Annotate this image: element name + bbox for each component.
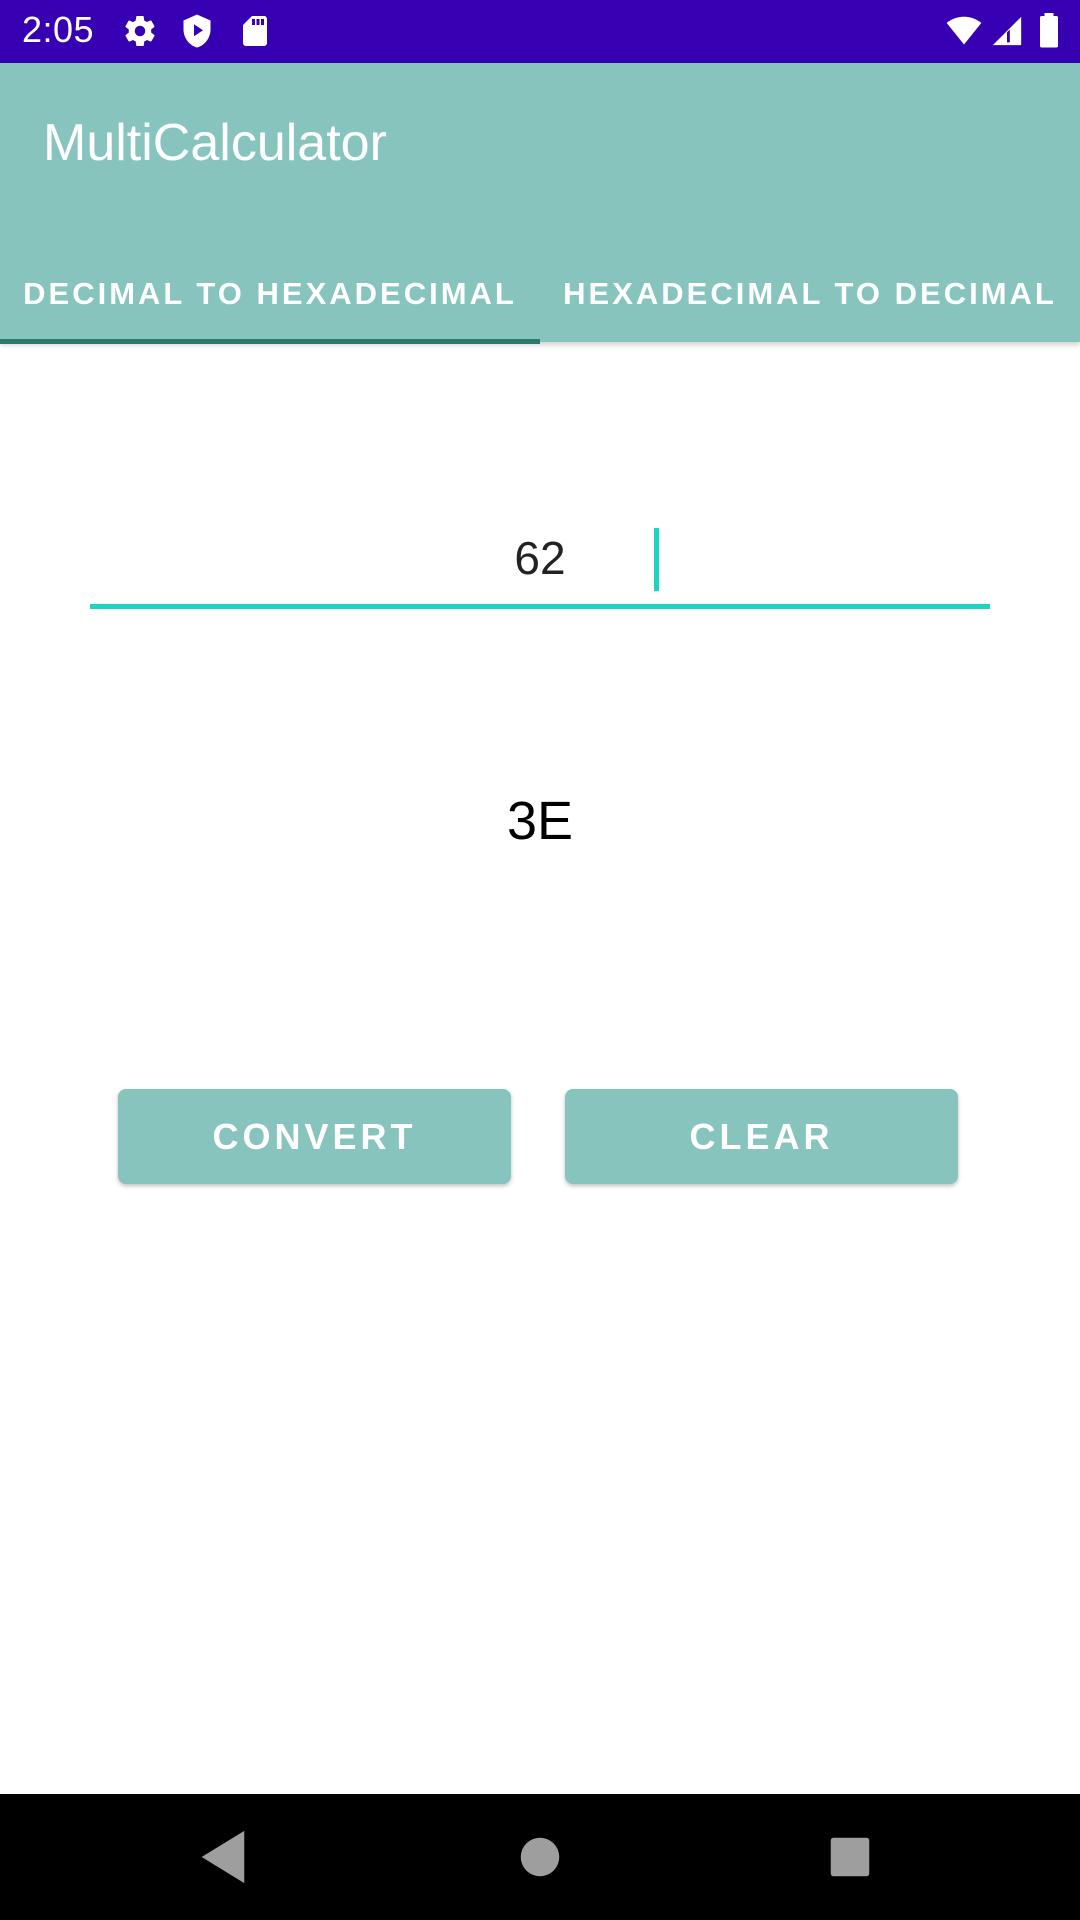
- status-time: 2:05: [22, 9, 95, 50]
- home-icon[interactable]: [507, 1824, 573, 1890]
- tab-label: HEXADECIMAL TO DECIMAL: [563, 275, 1057, 311]
- decimal-input[interactable]: [90, 515, 990, 600]
- convert-button[interactable]: CONVERT: [118, 1089, 511, 1184]
- text-cursor: [654, 528, 659, 591]
- convert-button-label: CONVERT: [212, 1115, 417, 1157]
- shield-play-icon: [183, 14, 211, 48]
- back-icon[interactable]: [192, 1824, 258, 1890]
- settings-icon: [125, 16, 155, 47]
- tab-label: DECIMAL TO HEXADECIMAL: [23, 275, 517, 311]
- navigation-bar: [0, 1794, 1080, 1920]
- app-title: MultiCalculator: [43, 114, 387, 172]
- signal-icon: [992, 16, 1022, 46]
- decimal-input-container: [90, 515, 990, 610]
- wifi-icon: [946, 16, 982, 45]
- clear-button-label: CLEAR: [689, 1115, 834, 1157]
- tab-indicator: [0, 339, 540, 344]
- sd-card-icon: [243, 16, 267, 46]
- hexadecimal-result: 3E: [506, 791, 574, 851]
- tab-decimal-to-hexadecimal[interactable]: DECIMAL TO HEXADECIMAL: [0, 245, 540, 342]
- clear-button[interactable]: CLEAR: [565, 1089, 958, 1184]
- input-underline: [90, 604, 990, 609]
- recents-icon[interactable]: [817, 1824, 883, 1890]
- tab-hexadecimal-to-decimal[interactable]: HEXADECIMAL TO DECIMAL: [540, 245, 1080, 342]
- status-bar: 2:05: [0, 0, 1080, 63]
- battery-icon: [1040, 13, 1058, 48]
- app-bar: MultiCalculator DECIMAL TO HEXADECIMAL H…: [0, 63, 1080, 344]
